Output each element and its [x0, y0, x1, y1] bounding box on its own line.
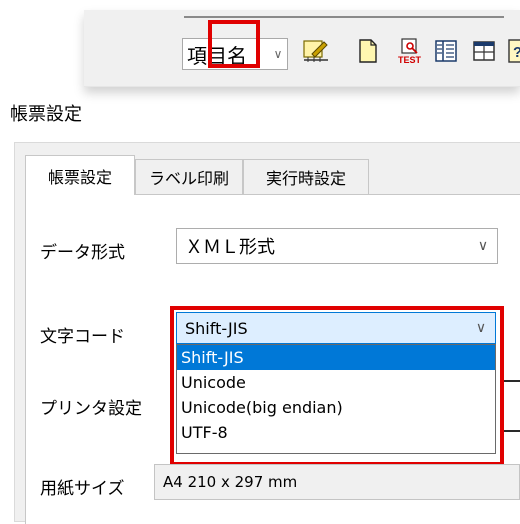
- printer-settings-label: プリンタ設定: [40, 399, 142, 419]
- data-format-select[interactable]: ＸＭＬ形式 ∨: [176, 228, 498, 264]
- edit-form-button[interactable]: [302, 36, 330, 66]
- page-title: 帳票設定: [10, 104, 82, 125]
- edit-form-highlight: [208, 20, 260, 68]
- test-label: TEST: [398, 55, 422, 65]
- data-format-value: ＸＭＬ形式: [185, 237, 275, 258]
- paper-size-label: 用紙サイズ: [40, 479, 125, 499]
- help-glyph: ?: [513, 44, 520, 61]
- help-icon: ?: [508, 39, 520, 63]
- chevron-down-icon[interactable]: ∨: [269, 47, 287, 61]
- new-page-button[interactable]: [354, 36, 382, 66]
- tab-label-print[interactable]: ラベル印刷: [135, 159, 243, 195]
- columns-button[interactable]: [432, 36, 460, 66]
- tab-report-settings[interactable]: 帳票設定: [25, 155, 135, 195]
- test-print-button[interactable]: TEST: [396, 36, 424, 66]
- help-button[interactable]: ?: [504, 36, 520, 66]
- paper-size-field[interactable]: A4 210 x 297 mm: [154, 464, 520, 500]
- data-format-label: データ形式: [40, 243, 125, 263]
- columns-icon: [435, 40, 457, 62]
- edit-form-icon: [303, 40, 328, 62]
- toolbar-divider: [184, 16, 504, 18]
- tab-label: 実行時設定: [265, 169, 346, 188]
- toolbar: 項目名 ∨ TEST: [84, 10, 520, 87]
- char-code-label: 文字コード: [40, 327, 125, 347]
- test-print-icon: TEST: [398, 38, 422, 65]
- tab-label: ラベル印刷: [148, 169, 229, 188]
- layout-button[interactable]: [470, 36, 498, 66]
- printer-field-edge: [504, 380, 520, 382]
- printer-field-edge: [504, 430, 520, 432]
- tab-label: 帳票設定: [47, 167, 112, 187]
- char-code-highlight: [170, 306, 504, 466]
- layout-icon: [473, 41, 495, 61]
- new-page-icon: [359, 39, 377, 63]
- chevron-down-icon: ∨: [477, 238, 489, 254]
- tab-runtime-settings[interactable]: 実行時設定: [243, 159, 369, 195]
- paper-size-value: A4 210 x 297 mm: [163, 473, 298, 491]
